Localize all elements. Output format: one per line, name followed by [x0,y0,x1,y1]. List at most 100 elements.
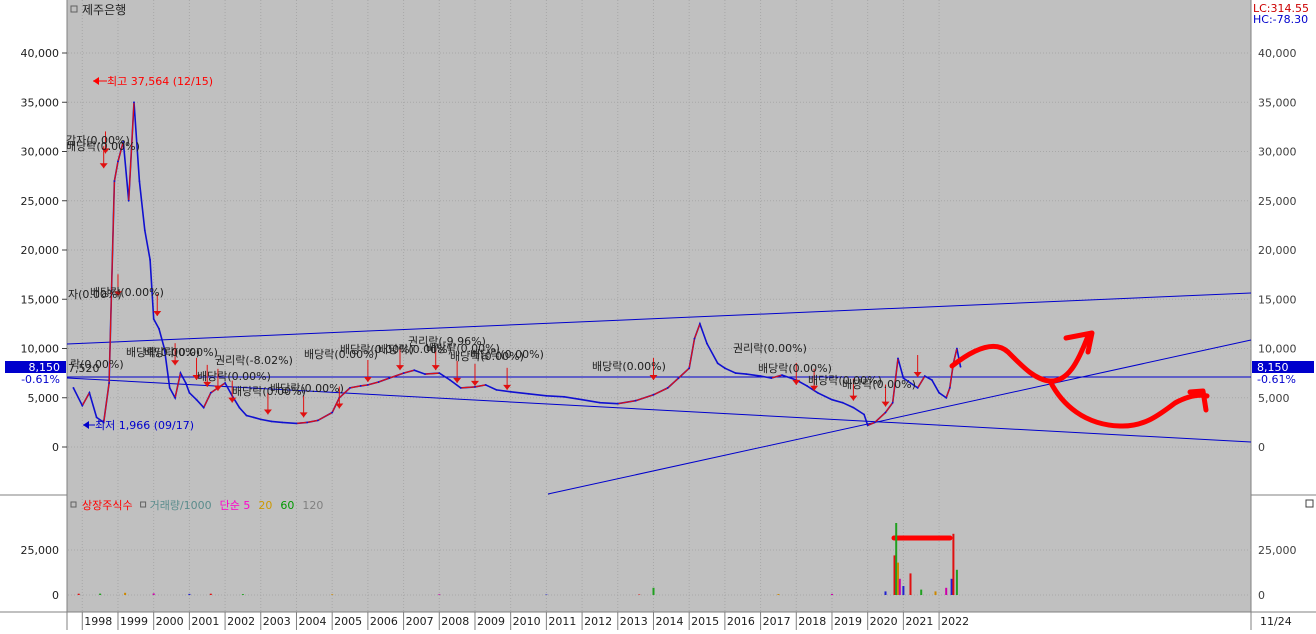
panel-close-icon[interactable] [1305,499,1314,508]
x-tick-label: 2011 [548,615,576,628]
price-point [174,396,177,399]
x-tick-label: 2020 [870,615,898,628]
x-tick-label: 2018 [798,615,826,628]
price-point [897,357,899,360]
price-point [884,411,887,414]
event-label: 배당락(0.00%) [90,286,164,299]
y-tick-label: 15,000 [21,293,60,306]
price-point [209,391,212,394]
legend-item[interactable]: 120 [302,499,323,512]
price-point [152,318,155,320]
y-tick-label: 40,000 [1258,47,1297,60]
event-label: 배당락(0.00%) [592,360,666,373]
legend-item[interactable]: 거래량/1000 [150,499,212,512]
price-point [599,401,601,404]
price-point [317,419,319,422]
legend-item[interactable]: 60 [280,499,294,512]
price-point [424,373,426,375]
volume-bar [955,569,958,595]
price-point [259,418,262,421]
price-point [509,390,512,393]
price-point [716,362,719,365]
volume-bar [188,593,191,595]
price-point [745,373,748,375]
legend-item[interactable]: 상장주식수 [82,499,133,512]
high-label: 최고 37,564 (12/15) [107,75,213,88]
volume-bar [777,594,780,595]
y-tick-label: 30,000 [1258,146,1297,159]
y-tick-label: 25,000 [21,195,60,208]
x-tick-label: 1998 [84,615,112,628]
price-point [138,180,141,183]
price-point [816,391,819,394]
price-point [149,259,152,261]
x-tick-label: 2017 [763,615,791,628]
y-tick-label: 10,000 [1258,343,1297,356]
price-point [545,394,548,397]
price-point [438,372,441,374]
y-tick-label: 10,000 [21,343,60,356]
price-point [891,401,894,404]
volume-bar [945,587,948,595]
low-label: 최저 1,966 (09/17) [95,419,194,432]
price-point [959,365,962,368]
last-change-right: -0.61% [1257,373,1296,386]
price-point [945,396,948,399]
price-point [306,421,309,424]
y-tick-label: 40,000 [21,47,60,60]
price-point [563,395,566,398]
y-tick-label: 0 [1258,441,1265,454]
price-point [295,422,298,425]
price-point [484,384,487,386]
x-tick-label: 2014 [655,615,683,628]
high-annotation: 최고 37,564 (12/15) [93,75,213,88]
price-point [81,404,84,407]
y-tick-label: 25,000 [1258,195,1297,208]
price-panel[interactable] [67,0,1251,494]
price-point [759,375,762,377]
x-tick-label: 2021 [905,615,933,628]
price-point [117,160,119,163]
volume-bar [934,591,937,595]
chart-title: 제주은행 [82,2,126,17]
legend-item[interactable]: 단순 5 [220,499,251,512]
price-point [938,391,940,394]
event-label: 배당락(0.00%) [470,348,544,361]
y-tick-label: 20,000 [21,244,60,257]
y-tick-label: 35,000 [21,96,60,109]
stock-chart-window: 0 5,000 10,000 15,000 20,000 25,000 30,000 35,0… [0,0,1316,630]
price-point [179,372,182,374]
event-label: 배당락(0.00%) [270,382,344,395]
volume-bar [152,593,155,595]
volume-bar [884,591,887,595]
x-tick-label: 2002 [227,615,255,628]
volume-bar [331,594,334,595]
price-point [693,337,696,340]
x-tick-label: 2019 [834,615,862,628]
price-point [873,421,876,424]
event-label: 락(0.00%) [70,358,124,371]
legend-item[interactable]: 20 [258,499,272,512]
x-tick-label: 2016 [727,615,755,628]
volume-bar [895,523,898,595]
price-point [706,342,708,345]
x-tick-label: 2000 [156,615,184,628]
event-label: 배당락(0.00%) [144,346,218,359]
volume-bar [209,593,212,595]
volume-bar [897,562,899,595]
price-point [72,387,75,389]
price-point [652,393,655,396]
event-label: 배당락(0.00%) [66,140,140,153]
price-point [734,372,737,374]
stock-chart[interactable]: 0 5,000 10,000 15,000 20,000 25,000 30,000 35,0… [0,0,1316,630]
x-tick-label: 1999 [120,615,148,628]
price-point [699,323,701,325]
volume-bar [241,594,244,595]
price-point [238,406,241,409]
price-point [413,369,416,372]
volume-bar [545,594,548,595]
volume-tick-label: 25,000 [21,544,60,557]
price-point [195,398,198,401]
price-point [956,347,958,350]
x-tick-label: 2004 [298,615,326,628]
